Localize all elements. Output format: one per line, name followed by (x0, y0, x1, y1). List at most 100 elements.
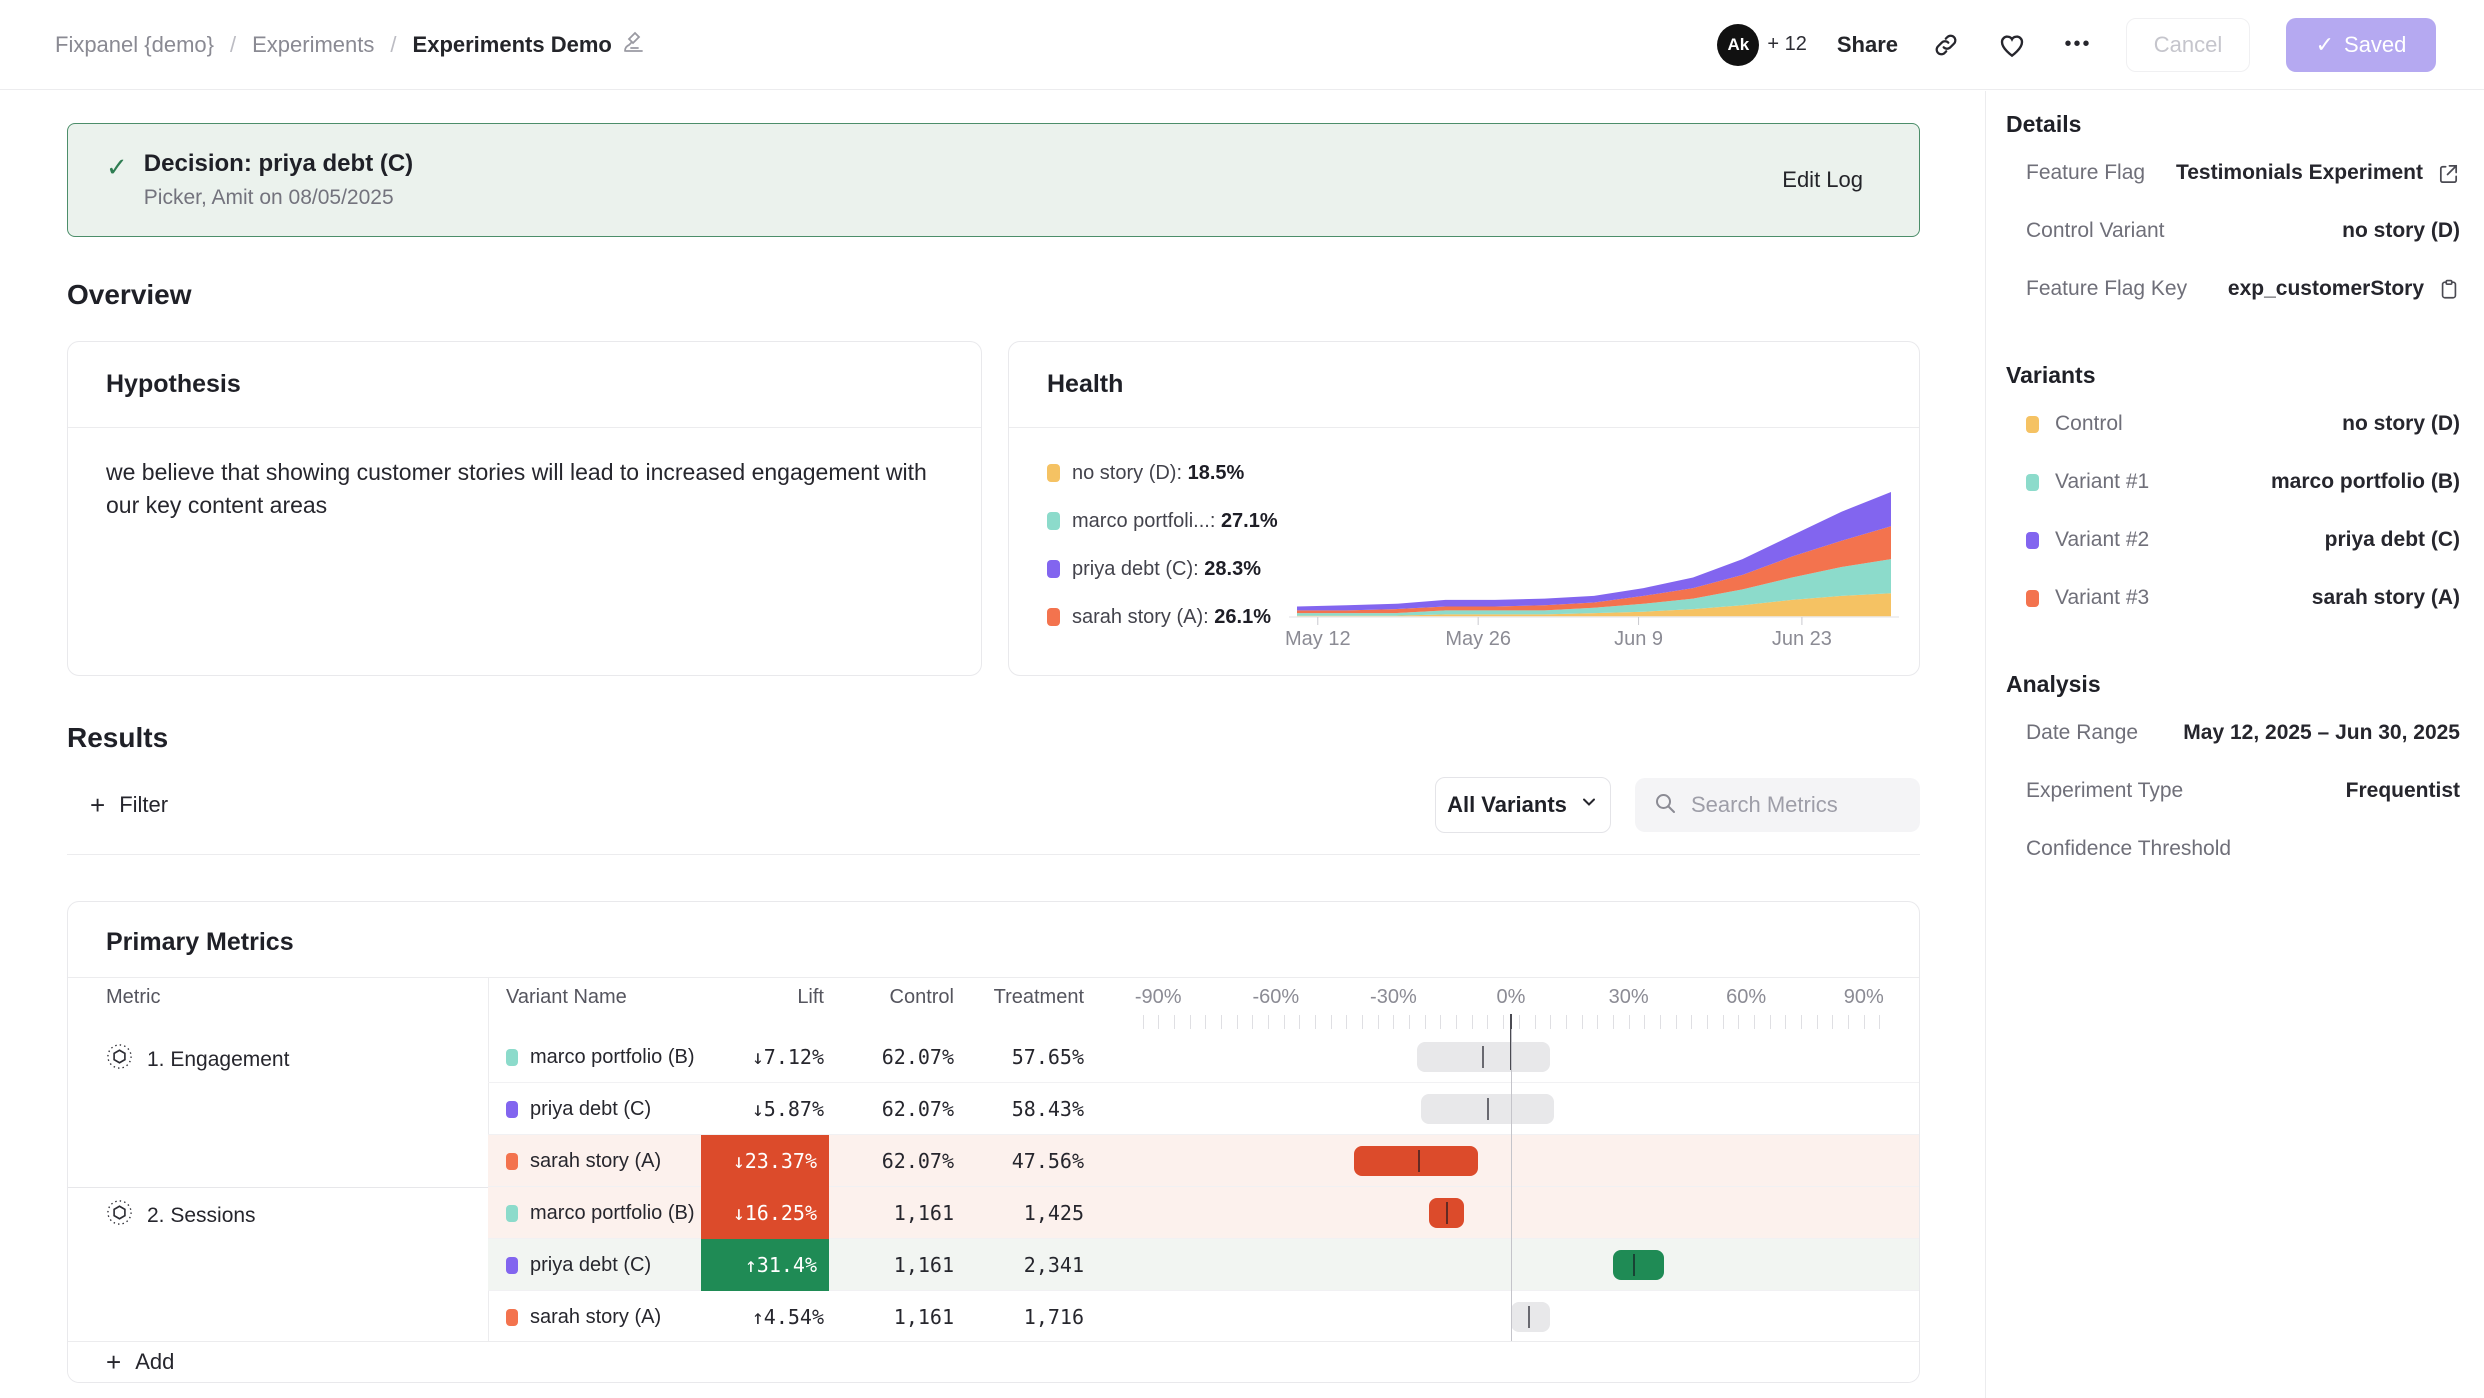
sidebar-row-label: Control Variant (2026, 219, 2165, 243)
sidebar-row: Confidence Threshold (2006, 820, 2460, 878)
metric-name[interactable]: 2. Sessions (106, 1199, 256, 1232)
filter-label: Filter (119, 792, 168, 818)
variant-name-cell: sarah story (A) (506, 1135, 661, 1187)
plus-icon: + (90, 792, 105, 818)
sidebar-row-label: Experiment Type (2026, 779, 2183, 803)
health-title: Health (1009, 342, 1919, 428)
treatment-value: 2,341 (838, 1239, 1084, 1291)
variant-color-dot (506, 1101, 518, 1118)
external-link-icon[interactable] (2437, 162, 2460, 185)
svg-text:Jun 9: Jun 9 (1614, 628, 1663, 650)
variants-dropdown[interactable]: All Variants (1435, 777, 1611, 833)
legend-item: priya debt (C): 28.3% (1047, 554, 1278, 584)
hypothesis-title: Hypothesis (68, 342, 981, 428)
favorite-heart-icon[interactable] (1994, 27, 2030, 63)
health-chart: May 12May 26Jun 9Jun 23 (1279, 432, 1909, 662)
treatment-value: 47.56% (838, 1135, 1084, 1187)
metric-name[interactable]: 1. Engagement (106, 1043, 289, 1076)
sidebar-row-value[interactable]: Testimonials Experiment (2176, 161, 2423, 185)
sidebar-row-label: Variant #3 (2055, 586, 2149, 610)
metric-icon (106, 1199, 133, 1232)
axis-tick-label: -60% (1252, 986, 1299, 1009)
avatar[interactable]: Ak (1717, 24, 1759, 66)
divider (68, 977, 1919, 978)
edit-log-button[interactable]: Edit Log (1782, 167, 1863, 193)
search-icon (1653, 791, 1677, 820)
add-filter-button[interactable]: + Filter (90, 792, 168, 818)
collaborators[interactable]: Ak + 12 (1717, 24, 1806, 66)
page-title: Experiments Demo (413, 32, 612, 58)
search-metrics-input[interactable]: Search Metrics (1635, 778, 1920, 832)
variant-color-dot (2026, 590, 2039, 607)
confidence-interval-bar (1354, 1146, 1477, 1176)
health-legend: no story (D): 18.5%marco portfoli...: 27… (1047, 458, 1278, 650)
breadcrumb-experiments[interactable]: Experiments (252, 32, 374, 58)
column-header-metric: Metric (106, 986, 160, 1009)
primary-metrics-title: Primary Metrics (106, 928, 294, 957)
metric-icon (106, 1043, 133, 1076)
axis-tick-label: 60% (1726, 986, 1766, 1009)
copy-link-icon[interactable] (1928, 27, 1964, 63)
sidebar-row-label: Confidence Threshold (2026, 837, 2231, 861)
point-estimate-tick (1482, 1046, 1484, 1068)
metric-label: 1. Engagement (147, 1048, 289, 1072)
sidebar-row-value: Frequentist (2346, 779, 2460, 803)
microscope-icon (622, 30, 646, 60)
sidebar-row: Controlno story (D) (2006, 395, 2460, 453)
variant-name-cell: marco portfolio (B) (506, 1187, 695, 1239)
saved-label: Saved (2344, 32, 2406, 58)
details-heading: Details (2006, 111, 2460, 138)
chevron-down-icon (1579, 792, 1599, 818)
overview-cards: Hypothesis we believe that showing custo… (67, 341, 1920, 676)
primary-metrics-card: Primary Metrics Metric Variant Name Lift… (67, 901, 1920, 1383)
breadcrumb: Fixpanel {demo} / Experiments / Experime… (55, 30, 646, 60)
svg-text:May 12: May 12 (1285, 628, 1351, 650)
saved-button[interactable]: ✓ Saved (2286, 18, 2436, 72)
sidebar-row-label: Date Range (2026, 721, 2138, 745)
column-header-variant: Variant Name (506, 986, 627, 1009)
sidebar-row: Variant #3sarah story (A) (2006, 569, 2460, 627)
legend-swatch (1047, 560, 1060, 578)
collaborator-count[interactable]: + 12 (1767, 33, 1806, 56)
variant-color-dot (506, 1309, 518, 1326)
overview-heading: Overview (67, 279, 1985, 311)
point-estimate-tick (1528, 1306, 1530, 1328)
more-options-icon[interactable]: ••• (2060, 27, 2096, 63)
breadcrumb-project[interactable]: Fixpanel {demo} (55, 32, 214, 58)
zero-axis-line (1511, 1029, 1512, 1343)
treatment-value: 1,716 (838, 1291, 1084, 1343)
table-row: marco portfolio (B)↓16.25%1,1611,425 (68, 1187, 1920, 1239)
clipboard-icon[interactable] (2438, 278, 2460, 301)
legend-value: 27.1% (1221, 510, 1278, 532)
treatment-value: 58.43% (838, 1083, 1084, 1135)
legend-value: 28.3% (1204, 558, 1261, 580)
legend-label: sarah story (A): 26.1% (1072, 606, 1271, 629)
header-actions: Ak + 12 Share ••• Cancel ✓ Saved (1717, 18, 2436, 72)
breadcrumb-separator: / (230, 32, 236, 58)
legend-label: marco portfoli...: 27.1% (1072, 510, 1278, 533)
legend-value: 26.1% (1214, 606, 1271, 628)
add-metric-button[interactable]: + Add (68, 1341, 1919, 1382)
main-content: ✓ Decision: priya debt (C) Picker, Amit … (0, 91, 1985, 1398)
sidebar-row-value: priya debt (C) (2325, 528, 2460, 552)
share-button[interactable]: Share (1837, 32, 1898, 58)
top-bar: Fixpanel {demo} / Experiments / Experime… (0, 0, 2484, 90)
hypothesis-body: we believe that showing customer stories… (68, 428, 981, 549)
table-row: priya debt (C)↑31.4%1,1612,341 (68, 1239, 1920, 1291)
sidebar-row-label: Feature Flag (2026, 161, 2145, 185)
sidebar-row-value: no story (D) (2342, 412, 2460, 436)
variant-color-dot (2026, 416, 2039, 433)
variant-color-dot (506, 1153, 518, 1170)
legend-swatch (1047, 464, 1060, 482)
variant-color-dot (506, 1049, 518, 1066)
table-row: sarah story (A)↓23.37%62.07%47.56% (68, 1135, 1920, 1187)
plus-icon: + (106, 1349, 121, 1375)
check-icon: ✓ (106, 152, 128, 183)
sidebar-row-label: Feature Flag Key (2026, 277, 2187, 301)
sidebar-row-value: exp_customerStory (2228, 277, 2424, 301)
axis-tick-label: 90% (1844, 986, 1884, 1009)
cancel-button[interactable]: Cancel (2126, 18, 2250, 72)
decision-subtitle: Picker, Amit on 08/05/2025 (144, 186, 1782, 210)
treatment-value: 1,425 (838, 1187, 1084, 1239)
breadcrumb-separator: / (390, 32, 396, 58)
